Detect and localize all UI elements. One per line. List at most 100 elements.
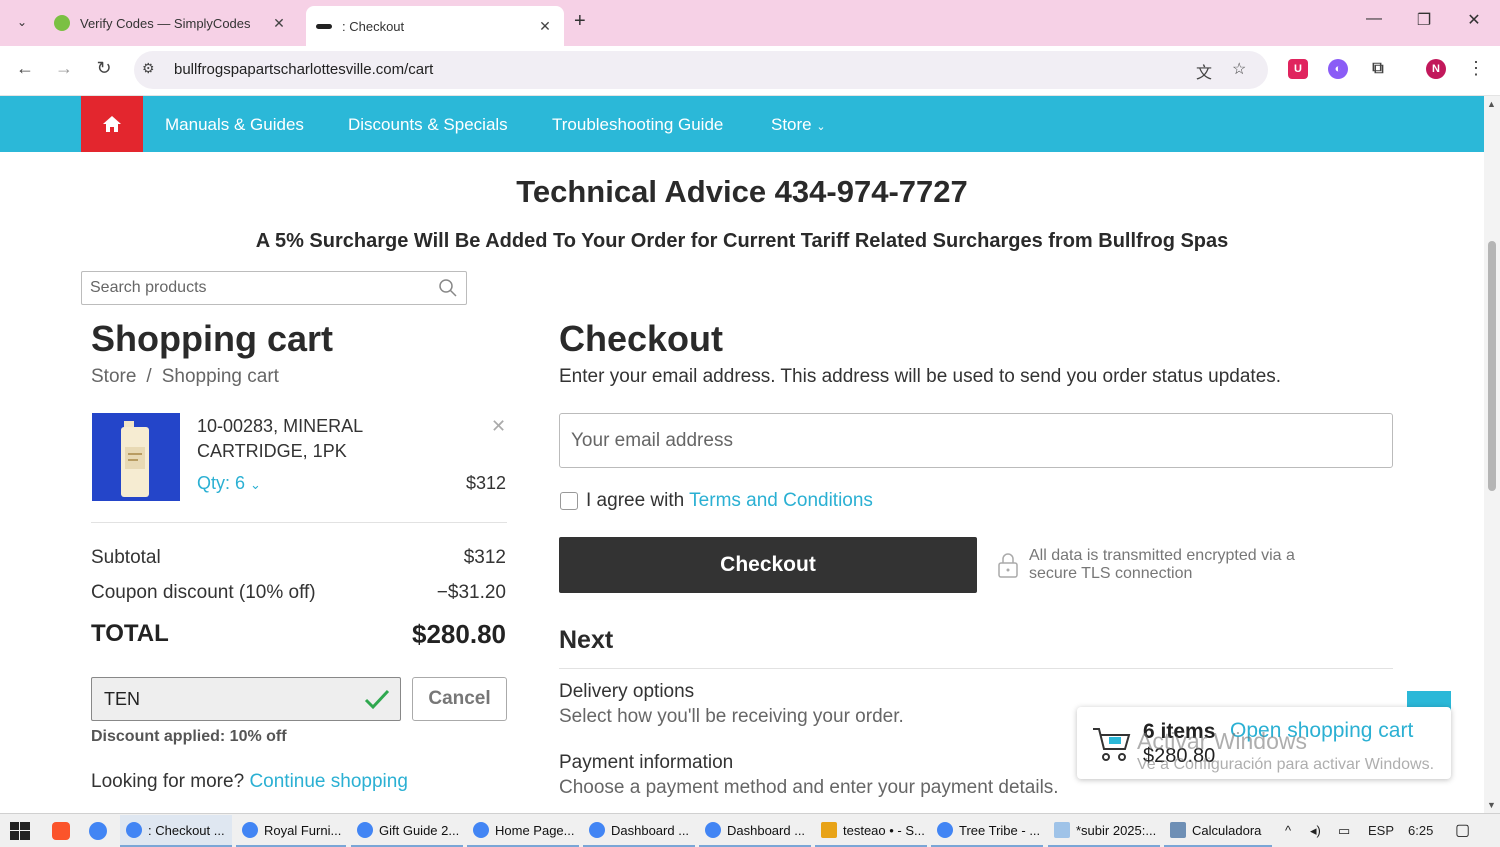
clock-time[interactable]: 6:25	[1408, 823, 1433, 838]
shopping-cart-icon	[1093, 728, 1131, 761]
chrome-icon	[705, 822, 721, 838]
taskbar-item-dashboard-1[interactable]: Dashboard ...	[583, 815, 695, 847]
taskbar-item-label: : Checkout ...	[148, 822, 225, 838]
taskbar-item-label: Home Page...	[495, 822, 575, 838]
notifications-icon[interactable]: ▢	[1455, 820, 1470, 840]
subtotal-value: $312	[463, 547, 506, 568]
nav-store[interactable]: Store ⌄	[771, 115, 826, 135]
scrollbar-thumb[interactable]	[1488, 241, 1496, 491]
coupon-code-field[interactable]: TEN	[91, 677, 401, 721]
extension-icon[interactable]: ◐	[1328, 59, 1348, 79]
taskbar-item-label: Calculadora	[1192, 822, 1262, 838]
taskbar-item-label: Tree Tribe - ...	[959, 822, 1041, 838]
surcharge-notice: A 5% Surcharge Will Be Added To Your Ord…	[255, 230, 1229, 252]
tab-checkout[interactable]: : Checkout ✕	[306, 6, 564, 46]
product-image[interactable]	[92, 413, 180, 501]
nav-troubleshooting-guide[interactable]: Troubleshooting Guide	[552, 115, 723, 135]
payment-info-desc: Choose a payment method and enter your p…	[559, 777, 1059, 798]
chrome-icon	[357, 822, 373, 838]
restore-icon[interactable]: ❐	[1401, 10, 1447, 30]
windows-activation-watermark: Activar Windows	[1137, 728, 1307, 754]
terms-conditions-link[interactable]: Terms and Conditions	[689, 490, 873, 511]
windows-start-icon[interactable]	[10, 822, 30, 840]
quantity-label: Qty: 6	[197, 473, 246, 493]
total-label: TOTAL	[91, 620, 169, 647]
taskbar-item-subir[interactable]: *subir 2025:...	[1048, 815, 1160, 847]
shopping-cart-title: Shopping cart	[91, 318, 333, 359]
ublock-extension-icon[interactable]: U	[1288, 59, 1308, 79]
volume-icon[interactable]: ◂)	[1310, 823, 1321, 839]
scroll-up-icon[interactable]: ▲	[1487, 99, 1496, 109]
profile-avatar[interactable]: N	[1426, 59, 1446, 79]
close-tab-icon[interactable]: ✕	[536, 18, 554, 35]
chrome-icon[interactable]	[89, 822, 107, 840]
product-name[interactable]: 10-00283, MINERAL CARTRIDGE, 1PK	[197, 414, 477, 464]
chrome-icon	[589, 822, 605, 838]
menu-kebab-icon[interactable]: ⋮	[1463, 58, 1489, 79]
close-tab-icon[interactable]: ✕	[270, 15, 288, 32]
nav-manuals-guides[interactable]: Manuals & Guides	[165, 115, 304, 135]
search-icon[interactable]	[438, 278, 458, 298]
breadcrumb-store[interactable]: Store	[91, 366, 136, 387]
taskbar-item-home-page[interactable]: Home Page...	[467, 815, 579, 847]
site-settings-icon[interactable]: ⚙	[142, 60, 155, 77]
extensions-puzzle-icon[interactable]: ⧉	[1368, 59, 1388, 79]
taskbar-item-gift-guide[interactable]: Gift Guide 2...	[351, 815, 463, 847]
continue-shopping-link[interactable]: Continue shopping	[249, 771, 407, 792]
url-text: bullfrogspapartscharlottesville.com/cart	[174, 61, 434, 78]
back-icon[interactable]: ←	[12, 58, 38, 79]
total-value: $280.80	[412, 619, 506, 649]
minimize-icon[interactable]: —	[1351, 10, 1397, 28]
forward-icon[interactable]: →	[51, 58, 77, 79]
bullfrog-favicon-icon	[316, 23, 332, 29]
taskbar-item-calculadora[interactable]: Calculadora	[1164, 815, 1272, 847]
mineral-cartridge-image	[121, 421, 149, 497]
site-navigation: Manuals & Guides Discounts & Specials Tr…	[0, 96, 1484, 152]
cancel-coupon-button[interactable]: Cancel	[412, 677, 507, 721]
breadcrumb-current: Shopping cart	[161, 366, 279, 387]
address-bar[interactable]: ⚙ bullfrogspapartscharlottesville.com/ca…	[134, 51, 1268, 89]
scroll-down-icon[interactable]: ▼	[1487, 800, 1496, 810]
product-price: $312	[465, 473, 506, 493]
checkout-button[interactable]: Checkout	[559, 537, 977, 593]
tray-chevron-up-icon[interactable]: ^	[1285, 823, 1291, 838]
agree-label: I agree with	[586, 490, 685, 511]
taskbar-item-label: Dashboard ...	[727, 822, 806, 838]
taskbar-item-dashboard-2[interactable]: Dashboard ...	[699, 815, 811, 847]
search-placeholder: Search products	[90, 279, 207, 296]
taskbar-item-tree-tribe[interactable]: Tree Tribe - ...	[931, 815, 1043, 847]
chrome-icon	[126, 822, 142, 838]
agree-terms-checkbox[interactable]	[560, 492, 578, 510]
chrome-icon	[242, 822, 258, 838]
language-indicator[interactable]: ESP	[1368, 823, 1394, 838]
nav-discounts-specials[interactable]: Discounts & Specials	[348, 115, 508, 135]
chrome-icon	[937, 822, 953, 838]
new-tab-icon[interactable]: +	[574, 10, 586, 33]
network-icon[interactable]: ▭	[1338, 823, 1350, 839]
page-scrollbar[interactable]: ▲ ▼	[1484, 96, 1500, 813]
email-field[interactable]	[559, 413, 1393, 468]
bookmark-star-icon[interactable]: ☆	[1232, 59, 1246, 79]
taskbar-item-checkout[interactable]: : Checkout ...	[120, 815, 232, 847]
checkout-title: Checkout	[559, 318, 724, 359]
remove-item-icon[interactable]: ✕	[491, 416, 506, 437]
taskbar-item-label: testeao • - S...	[843, 822, 925, 838]
breadcrumb-separator: /	[146, 366, 152, 387]
calculator-icon	[1170, 822, 1186, 838]
tab-search-dropdown[interactable]: ⌄	[8, 8, 36, 36]
brave-browser-icon[interactable]	[52, 822, 70, 840]
taskbar-item-royal[interactable]: Royal Furni...	[236, 815, 346, 847]
translate-icon[interactable]: 文	[1196, 59, 1212, 83]
taskbar-item-label: *subir 2025:...	[1076, 822, 1157, 838]
technical-advice-heading: Technical Advice 434-974-7727	[516, 174, 968, 209]
taskbar-item-testeao[interactable]: testeao • - S...	[815, 815, 927, 847]
search-input[interactable]: Search products	[81, 271, 467, 305]
home-button[interactable]	[81, 96, 143, 152]
agree-terms-line: I agree with Terms and Conditions	[586, 490, 873, 512]
close-window-icon[interactable]: ✕	[1451, 10, 1497, 30]
reload-icon[interactable]: ↻	[91, 58, 117, 79]
tab-verify-codes[interactable]: Verify Codes — SimplyCodes ✕	[44, 6, 298, 40]
quantity-selector[interactable]: Qty: 6 ⌄	[197, 473, 261, 494]
secure-connection-note: All data is transmitted encrypted via a …	[1029, 547, 1295, 582]
windows-taskbar: : Checkout ... Royal Furni... Gift Guide…	[0, 813, 1500, 847]
